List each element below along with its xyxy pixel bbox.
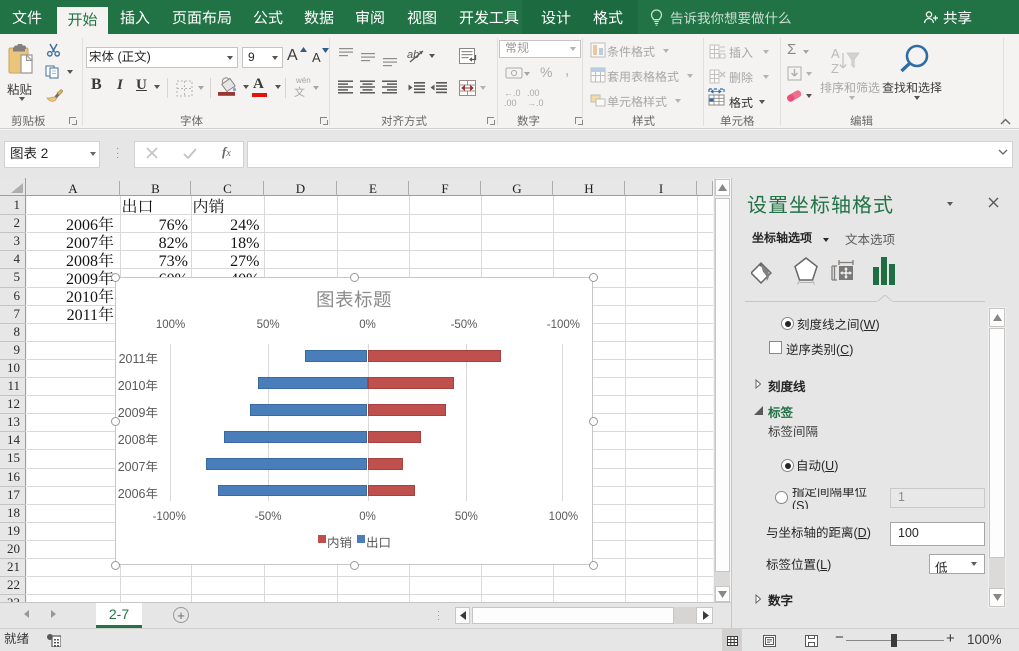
svg-text:Z: Z [831,61,839,76]
svg-text:A: A [831,46,840,61]
